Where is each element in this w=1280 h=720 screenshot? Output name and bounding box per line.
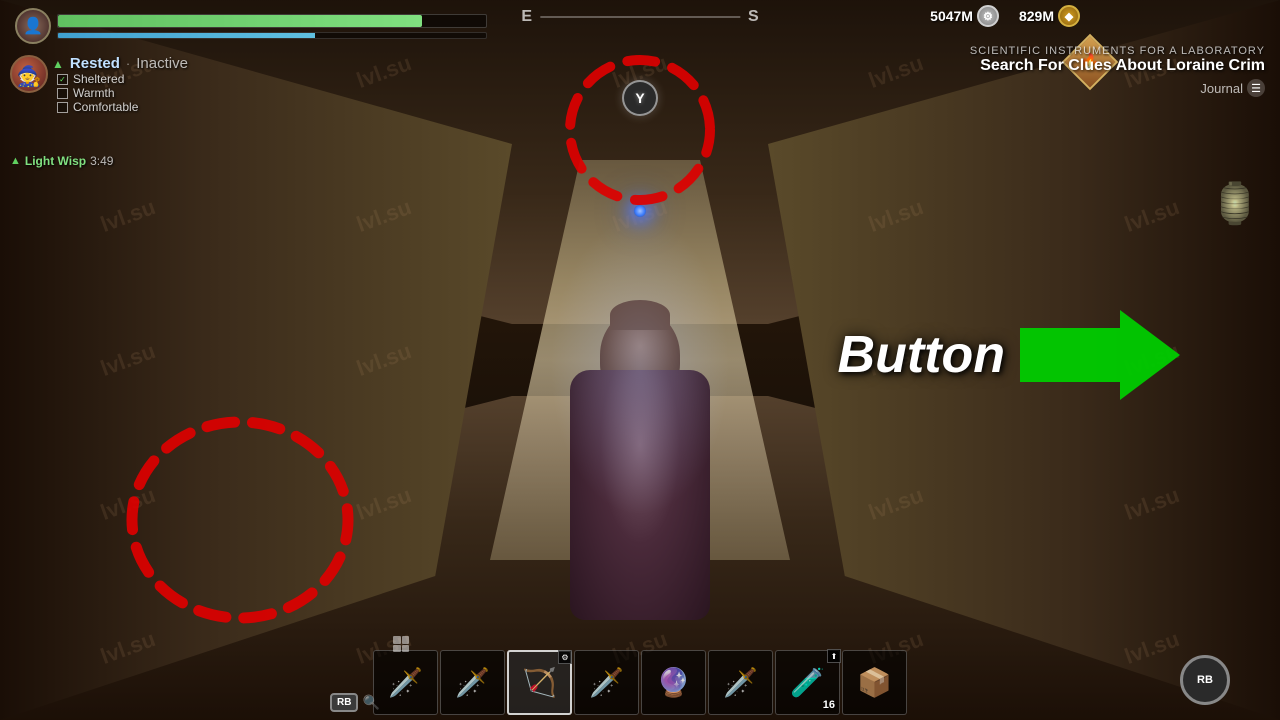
wall-lamp: 🏮: [1210, 180, 1260, 227]
player-character: [530, 300, 750, 620]
player-body: [570, 370, 710, 620]
game-background: lvl.su lvl.su lvl.su lvl.su lvl.su lvl.s…: [0, 0, 1280, 720]
